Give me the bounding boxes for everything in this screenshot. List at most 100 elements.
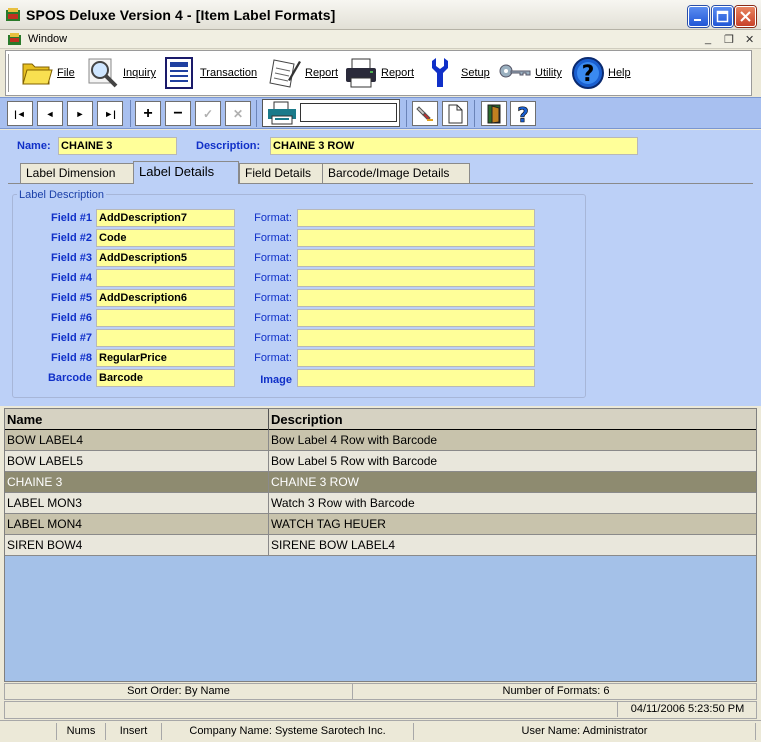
tab-field-details[interactable]: Field Details bbox=[239, 163, 323, 183]
field-4-format-input[interactable] bbox=[297, 269, 535, 287]
toolbar-inquiry-button[interactable]: Inquiry bbox=[86, 53, 156, 93]
toolbar-utility-button[interactable]: Utility bbox=[498, 53, 562, 93]
field-8-label: Field #8 bbox=[51, 352, 92, 364]
toolbar-report-button[interactable]: Report bbox=[268, 53, 338, 93]
description-field[interactable]: CHAINE 3 ROW bbox=[270, 137, 638, 155]
field-1-label: Field #1 bbox=[51, 212, 92, 224]
field-5-format-input[interactable] bbox=[297, 289, 535, 307]
table-row[interactable]: LABEL MON4 WATCH TAG HEUER bbox=[5, 514, 756, 535]
cell-name: LABEL MON4 bbox=[5, 514, 269, 534]
image-input[interactable] bbox=[297, 369, 535, 387]
close-icon bbox=[740, 11, 751, 22]
exit-button[interactable] bbox=[481, 101, 507, 126]
tab-label-dimension[interactable]: Label Dimension bbox=[20, 163, 134, 183]
cell-name: SIREN BOW4 bbox=[5, 535, 269, 555]
plus-icon: + bbox=[143, 104, 153, 122]
toolbar-utility-label: Utility bbox=[535, 67, 562, 79]
help-icon: ? bbox=[572, 57, 604, 89]
minimize-button[interactable] bbox=[688, 6, 709, 27]
printer-input[interactable] bbox=[300, 103, 397, 122]
close-button[interactable] bbox=[735, 6, 756, 27]
toolbar-print-report-label: Report bbox=[381, 67, 415, 79]
cell-name: LABEL MON3 bbox=[5, 493, 269, 513]
number-of-formats-text: Number of Formats: 6 bbox=[502, 685, 610, 697]
new-document-button[interactable] bbox=[442, 101, 468, 126]
mdi-minimize-icon[interactable]: _ bbox=[705, 33, 711, 45]
table-row-selected[interactable]: CHAINE 3 CHAINE 3 ROW bbox=[5, 472, 756, 493]
toolbar-help-label: Help bbox=[608, 67, 631, 79]
field-2-format-input[interactable] bbox=[297, 229, 535, 247]
field-3-label: Field #3 bbox=[51, 252, 92, 264]
field-1-format-input[interactable] bbox=[297, 209, 535, 227]
cell-description: Watch 3 Row with Barcode bbox=[271, 496, 415, 510]
field-4-format-label: Format: bbox=[254, 272, 292, 284]
toolbar-grip[interactable] bbox=[8, 54, 11, 92]
field-6-input[interactable] bbox=[96, 309, 235, 327]
help-button[interactable]: ? bbox=[510, 101, 536, 126]
field-3-input[interactable]: AddDescription5 bbox=[96, 249, 235, 267]
toolbar-file-button[interactable]: File bbox=[20, 53, 75, 93]
check-icon: ✓ bbox=[202, 106, 214, 121]
maximize-button[interactable] bbox=[712, 6, 733, 27]
field-6-format-label: Format: bbox=[254, 312, 292, 324]
magnifier-icon bbox=[88, 58, 118, 88]
prev-record-button[interactable]: ◄ bbox=[37, 101, 63, 126]
first-record-button[interactable]: |◄ bbox=[7, 101, 33, 126]
table-row[interactable]: BOW LABEL5 Bow Label 5 Row with Barcode bbox=[5, 451, 756, 472]
next-record-button[interactable]: ► bbox=[67, 101, 93, 126]
eraser-icon bbox=[416, 105, 433, 121]
door-exit-icon bbox=[487, 104, 501, 124]
clear-button[interactable] bbox=[412, 101, 438, 126]
cell-description: WATCH TAG HEUER bbox=[271, 517, 386, 531]
label-printer-icon bbox=[268, 101, 296, 125]
field-2-input[interactable]: Code bbox=[96, 229, 235, 247]
table-row[interactable]: LABEL MON3 Watch 3 Row with Barcode bbox=[5, 493, 756, 514]
table-row[interactable]: BOW LABEL4 Bow Label 4 Row with Barcode bbox=[5, 430, 756, 451]
toolbar-transaction-button[interactable]: Transaction bbox=[163, 53, 257, 93]
tab-label: Barcode/Image Details bbox=[328, 166, 450, 180]
tab-label: Label Details bbox=[139, 164, 215, 179]
svg-text:?: ? bbox=[582, 62, 595, 87]
field-6-format-input[interactable] bbox=[297, 309, 535, 327]
tab-barcode-image-details[interactable]: Barcode/Image Details bbox=[322, 163, 470, 183]
save-record-button[interactable]: ✓ bbox=[195, 101, 221, 126]
group-title: Label Description bbox=[17, 189, 106, 201]
tab-label: Field Details bbox=[245, 166, 312, 180]
field-3-format-input[interactable] bbox=[297, 249, 535, 267]
mdi-close-icon[interactable]: ✕ bbox=[745, 33, 754, 46]
delete-record-button[interactable]: − bbox=[165, 101, 191, 126]
keys-icon bbox=[499, 64, 531, 78]
field-8-format-input[interactable] bbox=[297, 349, 535, 367]
column-header-description[interactable]: Description bbox=[269, 409, 756, 430]
tab-label-details[interactable]: Label Details bbox=[133, 161, 239, 184]
field-4-input[interactable] bbox=[96, 269, 235, 287]
pen-paper-icon bbox=[269, 59, 301, 88]
printer-icon bbox=[346, 58, 376, 88]
nav-separator bbox=[256, 100, 257, 127]
svg-text:?: ? bbox=[517, 104, 529, 124]
field-5-input[interactable]: AddDescription6 bbox=[96, 289, 235, 307]
add-record-button[interactable]: + bbox=[135, 101, 161, 126]
last-icon: ►| bbox=[104, 108, 116, 119]
cell-name: BOW LABEL4 bbox=[5, 430, 269, 450]
menu-window[interactable]: Window bbox=[28, 33, 67, 45]
barcode-input[interactable]: Barcode bbox=[96, 369, 235, 387]
toolbar-setup-button[interactable]: Setup bbox=[424, 53, 490, 93]
field-1-input[interactable]: AddDescription7 bbox=[96, 209, 235, 227]
toolbar-print-report-button[interactable]: Report bbox=[344, 53, 414, 93]
cancel-record-button[interactable]: ✕ bbox=[225, 101, 251, 126]
field-7-input[interactable] bbox=[96, 329, 235, 347]
name-field[interactable]: CHAINE 3 bbox=[58, 137, 177, 155]
column-header-name[interactable]: Name bbox=[5, 409, 269, 430]
field-8-input[interactable]: RegularPrice bbox=[96, 349, 235, 367]
field-7-format-input[interactable] bbox=[297, 329, 535, 347]
menu-bar: Window _ ❐ ✕ bbox=[0, 30, 761, 49]
toolbar-inquiry-label: Inquiry bbox=[123, 67, 157, 79]
toolbar-setup-label: Setup bbox=[461, 67, 490, 79]
mdi-restore-icon[interactable]: ❐ bbox=[724, 33, 734, 46]
table-row[interactable]: SIREN BOW4 SIRENE BOW LABEL4 bbox=[5, 535, 756, 556]
toolbar-help-button[interactable]: ? Help bbox=[571, 53, 631, 93]
nav-separator bbox=[474, 100, 475, 127]
help-icon: ? bbox=[517, 104, 529, 124]
last-record-button[interactable]: ►| bbox=[97, 101, 123, 126]
